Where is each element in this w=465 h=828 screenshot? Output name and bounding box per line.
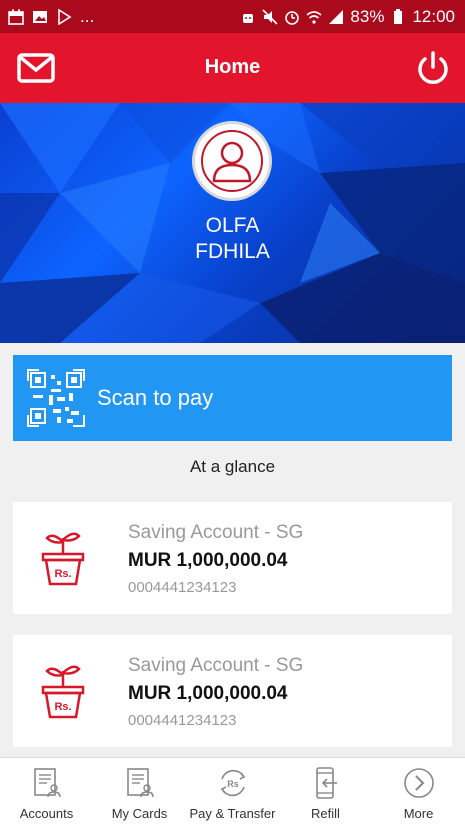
account-balance: MUR 1,000,000.04 xyxy=(128,550,288,571)
nav-label: Accounts xyxy=(19,806,74,821)
alarm-icon xyxy=(284,9,300,25)
refill-phone-icon xyxy=(309,766,343,800)
chevron-right-circle-icon xyxy=(402,766,436,800)
account-card[interactable]: Rs. Saving Account - SG MUR 1,000,000.04… xyxy=(13,635,452,747)
image-icon xyxy=(32,9,48,25)
account-number: 0004441234123 xyxy=(128,579,237,596)
profile-banner: OLFA FDHILA xyxy=(0,103,465,343)
account-card[interactable]: Rs. Saving Account - SG MUR 1,000,000.04… xyxy=(13,502,452,614)
svg-text:Rs.: Rs. xyxy=(54,701,71,713)
scan-to-pay-label: Scan to pay xyxy=(97,385,214,410)
nav-label: Pay & Transfer xyxy=(189,806,276,821)
android-icon xyxy=(240,9,256,25)
svg-text:Rs.: Rs. xyxy=(54,568,71,580)
signal-icon xyxy=(328,9,344,25)
wifi-icon xyxy=(306,9,322,25)
nav-refill[interactable]: Refill xyxy=(279,758,372,828)
status-left: ... xyxy=(0,7,94,27)
battery-icon xyxy=(390,8,406,25)
bottom-nav: Accounts My Cards Rs Pay & Transfer Refi… xyxy=(0,757,465,828)
accounts-icon xyxy=(30,766,64,800)
status-bar: ... 83% 12:00 xyxy=(0,0,465,33)
account-balance: MUR 1,000,000.04 xyxy=(128,683,288,704)
cards-icon xyxy=(123,766,157,800)
status-more: ... xyxy=(80,6,95,26)
user-first-name: OLFA xyxy=(205,214,260,237)
status-right: 83% 12:00 xyxy=(240,7,465,27)
nav-more[interactable]: More xyxy=(372,758,465,828)
rupee-transfer-icon: Rs xyxy=(216,766,250,800)
page-title: Home xyxy=(204,56,261,78)
nav-accounts[interactable]: Accounts xyxy=(0,758,93,828)
user-last-name: FDHILA xyxy=(195,240,270,263)
account-name: Saving Account - SG xyxy=(128,655,304,676)
logout-button[interactable] xyxy=(413,48,453,88)
play-store-icon xyxy=(56,8,72,25)
scan-to-pay-button[interactable]: Scan to pay xyxy=(13,355,452,441)
status-time: 12:00 xyxy=(412,6,455,26)
account-number: 0004441234123 xyxy=(128,712,237,729)
app-header: Home xyxy=(0,33,465,103)
section-title: At a glance xyxy=(189,457,276,476)
battery-percent: 83% xyxy=(350,6,385,26)
account-name: Saving Account - SG xyxy=(128,522,304,543)
user-icon xyxy=(201,130,263,192)
qr-code-icon xyxy=(27,369,85,427)
nav-label: My Cards xyxy=(111,806,168,821)
nav-label: More xyxy=(403,806,434,821)
avatar[interactable] xyxy=(192,121,272,201)
power-icon xyxy=(418,51,448,84)
svg-text:Rs: Rs xyxy=(227,779,239,789)
plant-pot-rupee-icon: Rs. xyxy=(41,665,85,719)
nav-my-cards[interactable]: My Cards xyxy=(93,758,186,828)
nav-pay-transfer[interactable]: Rs Pay & Transfer xyxy=(186,758,279,828)
mute-icon xyxy=(262,8,278,25)
plant-pot-rupee-icon: Rs. xyxy=(41,532,85,586)
calendar-icon xyxy=(8,9,24,25)
nav-label: Refill xyxy=(311,806,340,821)
